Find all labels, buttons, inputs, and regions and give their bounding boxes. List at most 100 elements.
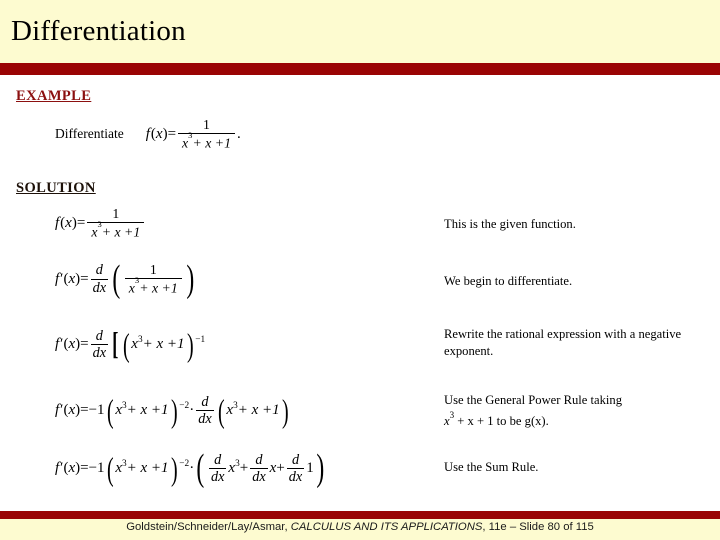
poly-rest: + x +1 [101, 224, 141, 240]
outer-exponent: −2 [179, 401, 190, 412]
poly-x: x [115, 460, 122, 477]
poly-exponent: 3 [97, 219, 102, 230]
variable-x: x [65, 214, 72, 231]
header-accent-rule [0, 63, 720, 75]
fraction-denominator: x3+ x +1 [87, 219, 145, 240]
note-step-1: This is the given function. [444, 217, 576, 231]
big-paren-close: ) [170, 393, 178, 430]
operator-dx: dx [90, 344, 109, 362]
footer-edition-slide: , 11e – Slide 80 of 115 [482, 521, 594, 533]
poly-rest: + x +1 [139, 280, 178, 296]
operator-d: d [95, 328, 103, 344]
equation-step-4: f′ ( x ) = −1 ( x 3 + x +1 ) −2 · d dx ( x3… [55, 393, 290, 430]
outer-exponent: −2 [179, 459, 190, 470]
poly-x: x [115, 402, 122, 419]
fraction-numerator: 1 [149, 262, 157, 277]
big-paren-open: ( [106, 451, 114, 488]
term-exponent: 3 [235, 459, 240, 470]
example-formula: f ( x ) = 1 x3+ x +1 . [146, 118, 241, 150]
poly-x: x [131, 336, 138, 353]
poly-x: x [128, 280, 135, 296]
note-step-4-line2-rest: + x + 1 to be g(x). [454, 414, 549, 429]
derivative-operator: d dx [90, 328, 109, 362]
note-step-2: We begin to differentiate. [444, 274, 573, 288]
footer-accent-rule [0, 511, 720, 519]
example-prompt-row: Differentiate f ( x ) = 1 x3+ x +1 . [55, 118, 241, 150]
period: . [236, 125, 241, 142]
footer-authors: Goldstein/Schneider/Lay/Asmar, [126, 521, 288, 533]
note-step-4-exponent: 3 [449, 410, 455, 421]
poly-rest: + x +1 [142, 336, 185, 353]
derivative-operator: d dx [196, 394, 214, 428]
equals-sign: = [80, 460, 89, 477]
note-step-3: Rewrite the rational expression with a n… [444, 327, 682, 358]
slide-body: EXAMPLE Differentiate f ( x ) = 1 x3+ x … [0, 75, 720, 511]
note-step-4-line1: Use the General Power Rule taking [444, 393, 623, 407]
poly-exponent: 3 [188, 130, 193, 141]
operator-d: d [214, 452, 222, 468]
note-step-5: Use the Sum Rule. [444, 460, 539, 474]
equals-sign: = [167, 125, 177, 142]
big-bracket-open: [ [112, 326, 119, 362]
operator-d: d [95, 262, 103, 279]
equation-step-3: f′ ( x ) = d dx [ ( x 3 + x +1 ) −1 [55, 326, 206, 364]
variable-x: x [68, 336, 76, 353]
function-prime-symbol: f′ [55, 402, 63, 419]
fraction: 1 x3+ x +1 [178, 118, 235, 150]
function-prime-symbol: f′ [55, 336, 63, 353]
poly-exponent: 3 [134, 275, 140, 286]
section-heading-solution: SOLUTION [16, 180, 96, 196]
section-heading-example: EXAMPLE [16, 88, 92, 104]
fraction-denominator: x3+ x +1 [124, 275, 182, 296]
variable-x: x [68, 402, 76, 419]
poly-exponent: 3 [137, 335, 143, 346]
fraction-numerator: 1 [203, 117, 210, 132]
operator-dx: dx [196, 410, 214, 428]
big-paren-open: ( [112, 257, 121, 300]
operator-d: d [201, 394, 209, 410]
outer-exponent: −1 [195, 335, 206, 346]
equals-sign: = [80, 270, 89, 287]
operator-dx: dx [286, 468, 305, 486]
big-paren-close: ) [281, 393, 289, 430]
fraction: 1 x3+ x +1 [87, 207, 145, 240]
equals-sign: = [80, 402, 89, 419]
equation-step-1: f ( x ) = 1 x3+ x +1 [55, 207, 146, 239]
big-paren-close: ) [170, 451, 178, 488]
operator-d: d [255, 452, 263, 468]
coefficient-minus-one: −1 [88, 402, 105, 419]
big-paren-close: ) [316, 447, 325, 490]
footer-book-title: CALCULUS AND ITS APPLICATIONS [290, 521, 483, 533]
operator-dx: dx [90, 278, 109, 296]
fraction-denominator: x3+ x +1 [178, 130, 235, 151]
equals-sign: = [80, 336, 89, 353]
big-paren-open: ( [217, 393, 225, 430]
poly-exponent: 3 [121, 401, 127, 412]
note-step-4: Use the General Power Rule taking x3 + x… [444, 392, 702, 430]
equation-step-5: f′ ( x ) = −1 ( x 3 + x +1 ) −2 · ( d dx x3… [55, 447, 327, 490]
term-x: x [269, 460, 277, 477]
multiplication-dot: · [189, 402, 195, 419]
equation-step-2: f′ ( x ) = d dx ( 1 x3+ x +1 ) [55, 257, 197, 300]
derivative-operator: d dx [90, 262, 109, 296]
page-title: Differentiation [11, 15, 186, 47]
big-paren-open: ( [196, 447, 205, 490]
term-x-cubed: x [228, 460, 236, 477]
derivative-operator: d dx [286, 452, 305, 486]
term-one: 1 [306, 460, 314, 477]
note-step-4-variable: x [444, 414, 450, 429]
poly-rest: + x +1 [126, 460, 169, 477]
plus-sign: + [276, 460, 285, 477]
big-paren-close: ) [186, 327, 194, 364]
big-paren-open: ( [122, 327, 130, 364]
poly-rest: + x +1 [192, 135, 231, 151]
operator-dx: dx [208, 468, 227, 486]
footer-citation: Goldstein/Schneider/Lay/Asmar, CALCULUS … [0, 521, 720, 533]
operator-d: d [291, 452, 300, 468]
example-prompt-label: Differentiate [55, 126, 124, 142]
poly-exponent: 3 [121, 459, 127, 470]
variable-x: x [68, 460, 76, 477]
derivative-operator: d dx [250, 452, 268, 485]
big-paren-close: ) [186, 257, 195, 300]
poly-exponent: 3 [233, 401, 238, 412]
